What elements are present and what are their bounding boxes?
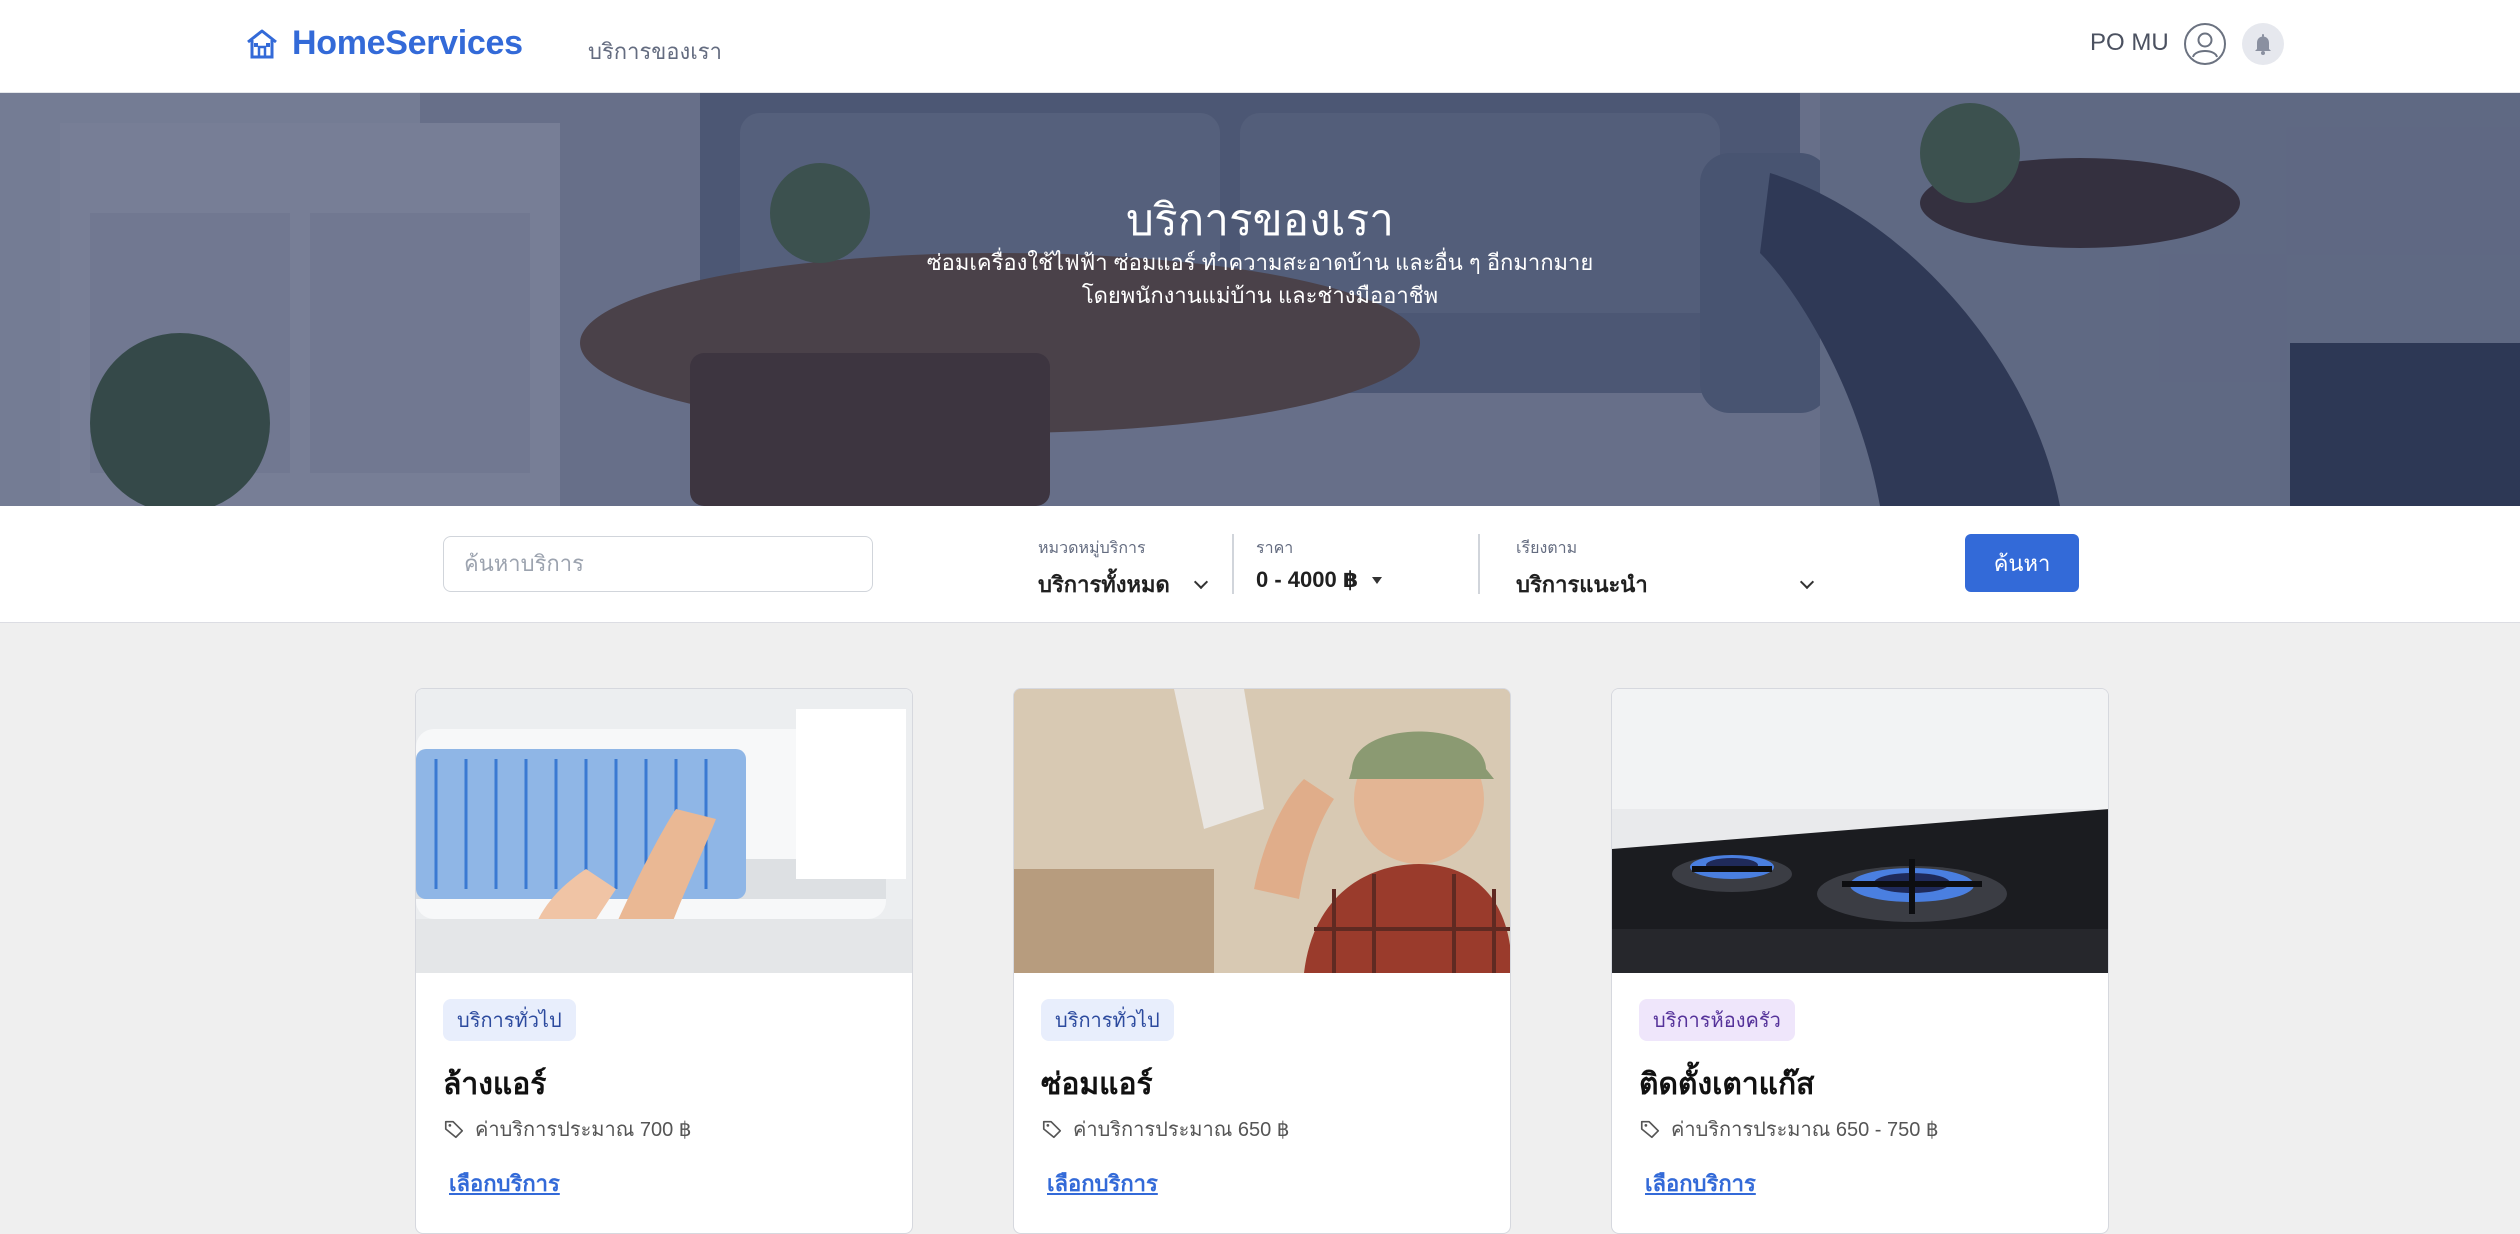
notification-button[interactable] (2242, 23, 2284, 65)
category-badge: บริการทั่วไป (1041, 999, 1174, 1041)
service-card: บริการทั่วไป ล้างแอร์ ค่าบริการประมาณ 70… (415, 688, 913, 1234)
category-badge: บริการทั่วไป (443, 999, 576, 1041)
brand-logo[interactable]: HomeServices (244, 24, 523, 63)
user-circle-icon (2192, 32, 2218, 58)
price-tag-icon (1042, 1120, 1062, 1139)
service-price-text: ค่าบริการประมาณ 650 - 750 ฿ (1671, 1119, 1939, 1141)
service-card: บริการห้องครัว ติดตั้งเตาแก๊ส ค่าบริการป… (1611, 688, 2109, 1234)
select-service-link[interactable]: เลือกบริการ (449, 1166, 560, 1201)
brand-name: HomeServices (292, 24, 523, 62)
chevron-down-icon (1799, 574, 1815, 589)
nav-services-link[interactable]: บริการของเรา (588, 34, 722, 69)
house-icon (247, 29, 277, 58)
service-image-ac-cleaning (416, 689, 912, 973)
sort-filter[interactable]: เรียงตาม บริการแนะนำ (1516, 536, 1815, 602)
service-price: ค่าบริการประมาณ 650 ฿ (1041, 1113, 1289, 1145)
category-filter[interactable]: หมวดหมู่บริการ บริการทั้งหมด (1038, 536, 1208, 602)
category-label: หมวดหมู่บริการ (1038, 540, 1146, 557)
search-input[interactable] (443, 536, 873, 592)
filter-bar: หมวดหมู่บริการ บริการทั้งหมด ราคา 0 - 40… (0, 506, 2520, 623)
chevron-down-icon (1193, 574, 1208, 589)
service-price: ค่าบริการประมาณ 700 ฿ (443, 1113, 691, 1145)
search-button[interactable]: ค้นหา (1965, 534, 2079, 592)
user-name: PO MU (2090, 29, 2169, 56)
user-avatar[interactable] (2184, 23, 2226, 65)
price-tag-icon (1640, 1120, 1660, 1139)
hero-subtitle-line1: ซ่อมเครื่องใช้ไฟฟ้า ซ่อมแอร์ ทำความสะอาด… (926, 250, 1594, 275)
service-card: บริการทั่วไป ซ่อมแอร์ ค่าบริการประมาณ 65… (1013, 688, 1511, 1234)
category-badge: บริการห้องครัว (1639, 999, 1795, 1041)
service-title: ล้างแอร์ (443, 1068, 547, 1101)
sort-value: บริการแนะนำ (1516, 572, 1648, 597)
caret-down-icon (1372, 576, 1383, 584)
price-label: ราคา (1256, 540, 1294, 557)
service-price-text: ค่าบริการประมาณ 650 ฿ (1073, 1119, 1290, 1141)
filter-divider (1478, 534, 1480, 594)
service-image-gas-stove (1612, 689, 2108, 973)
hero-subtitle-line2: โดยพนักงานแม่บ้าน และช่างมืออาชีพ (1081, 283, 1439, 308)
select-service-link[interactable]: เลือกบริการ (1645, 1166, 1756, 1201)
service-image-ac-repair (1014, 689, 1510, 973)
price-value: 0 - 4000 ฿ (1256, 567, 1359, 592)
bell-icon (2255, 34, 2271, 55)
price-filter[interactable]: ราคา 0 - 4000 ฿ (1256, 536, 1383, 593)
hero-banner: บริการของเรา ซ่อมเครื่องใช้ไฟฟ้า ซ่อมแอร… (0, 93, 2520, 506)
top-header: HomeServices บริการของเรา PO MU (0, 0, 2520, 93)
service-title: ติดตั้งเตาแก๊ส (1639, 1068, 1815, 1101)
price-tag-icon (444, 1120, 464, 1139)
filter-divider (1232, 534, 1234, 594)
select-service-link[interactable]: เลือกบริการ (1047, 1166, 1158, 1201)
service-price-text: ค่าบริการประมาณ 700 ฿ (475, 1119, 692, 1141)
service-price: ค่าบริการประมาณ 650 - 750 ฿ (1639, 1113, 1939, 1145)
category-value: บริการทั้งหมด (1038, 572, 1170, 597)
service-title: ซ่อมแอร์ (1041, 1068, 1153, 1101)
sort-label: เรียงตาม (1516, 540, 1578, 557)
